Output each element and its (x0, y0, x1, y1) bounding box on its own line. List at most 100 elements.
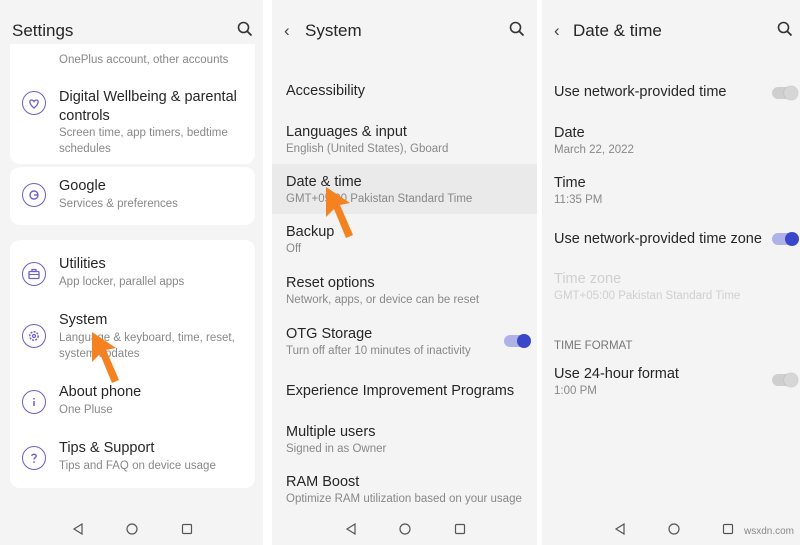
system-header: ‹ System (272, 0, 537, 62)
otg-toggle[interactable] (504, 334, 531, 348)
ram-boost-sub: Optimize RAM utilization based on your u… (286, 493, 522, 505)
home-nav-icon[interactable] (668, 523, 680, 535)
time-format-section: TIME FORMAT (542, 338, 800, 358)
google-sub: Services & preferences (59, 198, 178, 210)
back-nav-icon[interactable] (614, 523, 626, 535)
utilities-sub: App locker, parallel apps (59, 276, 185, 288)
nav-bar (0, 515, 263, 545)
wellbeing-title-1: Digital Wellbeing & parental (59, 89, 237, 105)
otg-title: OTG Storage (286, 326, 373, 342)
page-title: Date & time (573, 21, 662, 40)
help-icon (22, 446, 46, 470)
24hour-format-item[interactable]: Use 24-hour format 1:00 PM (542, 362, 800, 406)
multiple-users-sub: Signed in as Owner (286, 443, 387, 455)
section-header: TIME FORMAT (554, 340, 633, 352)
google-card: Google Services & preferences (10, 167, 255, 225)
nav-bar (272, 515, 537, 545)
google-item[interactable]: Google Services & preferences (10, 175, 255, 219)
ram-boost-title: RAM Boost (286, 474, 360, 490)
wellbeing-title-2: controls (59, 108, 110, 124)
google-title: Google (59, 178, 106, 194)
date-time-header: ‹ Date & time (542, 0, 800, 62)
accounts-sub[interactable]: OnePlus account, other accounts (59, 53, 228, 68)
date-title: Date (554, 125, 585, 141)
wellbeing-item[interactable]: Digital Wellbeing & parental controls Sc… (10, 88, 255, 158)
info-icon (22, 390, 46, 414)
accounts-card: OnePlus account, other accounts Digital … (10, 44, 255, 164)
reset-title: Reset options (286, 275, 375, 291)
network-time-title: Use network-provided time (554, 84, 727, 100)
system-item[interactable]: System Language & keyboard, time, reset,… (10, 310, 255, 366)
timezone-title: Time zone (554, 271, 622, 287)
wellbeing-icon (22, 91, 46, 115)
google-icon (22, 183, 46, 207)
24hour-sub: 1:00 PM (554, 385, 597, 397)
date-sub: March 22, 2022 (554, 144, 634, 156)
wellbeing-sub-2: schedules (59, 143, 111, 155)
otg-storage-item[interactable]: OTG Storage Turn off after 10 minutes of… (272, 320, 537, 364)
page-title: Settings (12, 21, 74, 40)
utilities-title: Utilities (59, 256, 106, 272)
settings-panel: Settings OnePlus account, other accounts… (0, 0, 263, 545)
about-phone-sub: One Pluse (59, 404, 113, 416)
network-time-toggle[interactable] (772, 86, 798, 100)
date-time-item[interactable]: Date & time GMT+05:00 Pakistan Standard … (272, 164, 537, 214)
tips-support-item[interactable]: Tips & Support Tips and FAQ on device us… (10, 438, 255, 482)
utilities-icon (22, 262, 46, 286)
back-arrow-icon[interactable]: ‹ (554, 21, 560, 41)
pointer-arrow-icon (92, 332, 119, 383)
system-sub-1: Language & keyboard, time, reset, (59, 332, 235, 344)
utilities-item[interactable]: Utilities App locker, parallel apps (10, 254, 255, 298)
network-timezone-item[interactable]: Use network-provided time zone (542, 222, 800, 258)
time-item[interactable]: Time 11:35 PM (542, 170, 800, 214)
time-title: Time (554, 175, 586, 191)
recents-nav-icon[interactable] (722, 523, 734, 535)
backup-sub: Off (286, 243, 302, 255)
languages-title: Languages & input (286, 124, 407, 140)
backup-item[interactable]: Backup Off (272, 218, 537, 262)
wellbeing-sub-1: Screen time, app timers, bedtime (59, 127, 228, 139)
back-arrow-icon[interactable]: ‹ (284, 21, 290, 41)
network-time-item[interactable]: Use network-provided time (542, 74, 800, 110)
search-icon[interactable] (509, 21, 525, 37)
tips-support-title: Tips & Support (59, 440, 155, 456)
experience-item[interactable]: Experience Improvement Programs (272, 376, 537, 412)
search-icon[interactable] (777, 21, 793, 37)
back-nav-icon[interactable] (72, 523, 84, 535)
pointer-arrow-icon (326, 187, 353, 238)
network-timezone-title: Use network-provided time zone (554, 231, 762, 247)
timezone-item: Time zone GMT+05:00 Pakistan Standard Ti… (542, 266, 800, 310)
ram-boost-item[interactable]: RAM Boost Optimize RAM utilization based… (272, 468, 537, 512)
nav-bar (542, 515, 800, 545)
date-item[interactable]: Date March 22, 2022 (542, 120, 800, 164)
system-group-card: Utilities App locker, parallel apps Syst… (10, 240, 255, 488)
recents-nav-icon[interactable] (454, 523, 466, 535)
accessibility-title: Accessibility (286, 83, 365, 99)
search-icon[interactable] (237, 21, 253, 37)
languages-sub: English (United States), Gboard (286, 143, 449, 155)
recents-nav-icon[interactable] (181, 523, 193, 535)
back-nav-icon[interactable] (345, 523, 357, 535)
tips-support-sub: Tips and FAQ on device usage (59, 460, 216, 472)
date-time-panel: ‹ Date & time Use network-provided time … (542, 0, 800, 545)
24hour-title: Use 24-hour format (554, 366, 679, 382)
page-title: System (305, 21, 362, 40)
accessibility-item[interactable]: Accessibility (272, 74, 537, 110)
system-gear-icon (22, 324, 46, 348)
date-time-sub: GMT+05:00 Pakistan Standard Time (286, 193, 473, 205)
24hour-toggle[interactable] (772, 373, 798, 387)
system-panel: ‹ System Accessibility Languages & input… (272, 0, 537, 545)
reset-options-item[interactable]: Reset options Network, apps, or device c… (272, 269, 537, 313)
reset-sub: Network, apps, or device can be reset (286, 294, 480, 306)
otg-sub: Turn off after 10 minutes of inactivity (286, 345, 471, 357)
network-timezone-toggle[interactable] (772, 232, 799, 246)
multiple-users-item[interactable]: Multiple users Signed in as Owner (272, 418, 537, 462)
system-title: System (59, 312, 108, 328)
home-nav-icon[interactable] (126, 523, 138, 535)
multiple-users-title: Multiple users (286, 424, 376, 440)
timezone-sub: GMT+05:00 Pakistan Standard Time (554, 290, 741, 302)
home-nav-icon[interactable] (399, 523, 411, 535)
time-sub: 11:35 PM (554, 194, 603, 206)
languages-input-item[interactable]: Languages & input English (United States… (272, 118, 537, 162)
about-phone-item[interactable]: About phone One Pluse (10, 382, 255, 426)
